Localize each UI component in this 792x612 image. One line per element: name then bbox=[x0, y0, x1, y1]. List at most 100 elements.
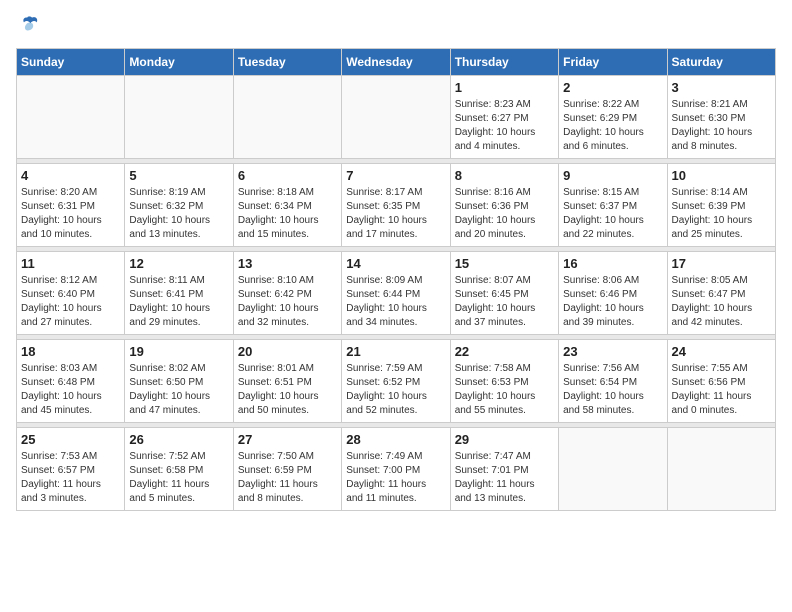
weekday-header-row: SundayMondayTuesdayWednesdayThursdayFrid… bbox=[17, 49, 776, 76]
calendar-cell: 27 Sunrise: 7:50 AM Sunset: 6:59 PM Dayli… bbox=[233, 428, 341, 511]
day-number: 2 bbox=[563, 80, 662, 95]
calendar-cell bbox=[559, 428, 667, 511]
calendar-cell: 21 Sunrise: 7:59 AM Sunset: 6:52 PM Dayli… bbox=[342, 340, 450, 423]
day-info: Sunrise: 8:18 AM Sunset: 6:34 PM Dayligh… bbox=[238, 186, 337, 242]
day-number: 28 bbox=[346, 432, 445, 447]
day-number: 16 bbox=[563, 256, 662, 271]
calendar-cell: 24 Sunrise: 7:55 AM Sunset: 6:56 PM Dayli… bbox=[667, 340, 775, 423]
calendar-cell bbox=[667, 428, 775, 511]
logo bbox=[16, 16, 44, 36]
calendar-cell: 28 Sunrise: 7:49 AM Sunset: 7:00 PM Dayli… bbox=[342, 428, 450, 511]
day-info: Sunrise: 8:07 AM Sunset: 6:45 PM Dayligh… bbox=[455, 274, 554, 330]
weekday-header-saturday: Saturday bbox=[667, 49, 775, 76]
day-info: Sunrise: 7:50 AM Sunset: 6:59 PM Dayligh… bbox=[238, 450, 337, 506]
header bbox=[16, 16, 776, 36]
day-number: 14 bbox=[346, 256, 445, 271]
day-number: 13 bbox=[238, 256, 337, 271]
day-number: 1 bbox=[455, 80, 554, 95]
day-number: 22 bbox=[455, 344, 554, 359]
calendar-cell: 20 Sunrise: 8:01 AM Sunset: 6:51 PM Dayli… bbox=[233, 340, 341, 423]
day-info: Sunrise: 7:59 AM Sunset: 6:52 PM Dayligh… bbox=[346, 362, 445, 418]
day-number: 23 bbox=[563, 344, 662, 359]
day-info: Sunrise: 8:03 AM Sunset: 6:48 PM Dayligh… bbox=[21, 362, 120, 418]
calendar-cell: 25Sunrise: 7:53 AM Sunset: 6:57 PM Dayli… bbox=[17, 428, 125, 511]
day-info: Sunrise: 7:56 AM Sunset: 6:54 PM Dayligh… bbox=[563, 362, 662, 418]
calendar-week-row: 11Sunrise: 8:12 AM Sunset: 6:40 PM Dayli… bbox=[17, 252, 776, 335]
day-number: 21 bbox=[346, 344, 445, 359]
calendar-cell: 13 Sunrise: 8:10 AM Sunset: 6:42 PM Dayli… bbox=[233, 252, 341, 335]
day-number: 27 bbox=[238, 432, 337, 447]
day-number: 6 bbox=[238, 168, 337, 183]
calendar-week-row: 18 Sunrise: 8:03 AM Sunset: 6:48 PM Dayli… bbox=[17, 340, 776, 423]
day-info: Sunrise: 8:16 AM Sunset: 6:36 PM Dayligh… bbox=[455, 186, 554, 242]
day-number: 20 bbox=[238, 344, 337, 359]
calendar-cell: 18 Sunrise: 8:03 AM Sunset: 6:48 PM Dayli… bbox=[17, 340, 125, 423]
day-number: 17 bbox=[672, 256, 771, 271]
day-number: 15 bbox=[455, 256, 554, 271]
calendar-cell: 1Sunrise: 8:23 AM Sunset: 6:27 PM Daylig… bbox=[450, 76, 558, 159]
day-info: Sunrise: 8:20 AM Sunset: 6:31 PM Dayligh… bbox=[21, 186, 120, 242]
day-number: 7 bbox=[346, 168, 445, 183]
day-info: Sunrise: 8:01 AM Sunset: 6:51 PM Dayligh… bbox=[238, 362, 337, 418]
calendar-cell: 9 Sunrise: 8:15 AM Sunset: 6:37 PM Daylig… bbox=[559, 164, 667, 247]
calendar-cell bbox=[342, 76, 450, 159]
day-info: Sunrise: 7:55 AM Sunset: 6:56 PM Dayligh… bbox=[672, 362, 771, 418]
day-info: Sunrise: 8:09 AM Sunset: 6:44 PM Dayligh… bbox=[346, 274, 445, 330]
calendar-cell: 4 Sunrise: 8:20 AM Sunset: 6:31 PM Daylig… bbox=[17, 164, 125, 247]
weekday-header-thursday: Thursday bbox=[450, 49, 558, 76]
calendar-cell bbox=[17, 76, 125, 159]
day-number: 12 bbox=[129, 256, 228, 271]
calendar-cell: 17 Sunrise: 8:05 AM Sunset: 6:47 PM Dayli… bbox=[667, 252, 775, 335]
calendar-cell: 26Sunrise: 7:52 AM Sunset: 6:58 PM Dayli… bbox=[125, 428, 233, 511]
weekday-header-tuesday: Tuesday bbox=[233, 49, 341, 76]
day-number: 29 bbox=[455, 432, 554, 447]
day-number: 10 bbox=[672, 168, 771, 183]
calendar-cell: 19 Sunrise: 8:02 AM Sunset: 6:50 PM Dayli… bbox=[125, 340, 233, 423]
calendar-cell: 2 Sunrise: 8:22 AM Sunset: 6:29 PM Daylig… bbox=[559, 76, 667, 159]
calendar-cell: 8 Sunrise: 8:16 AM Sunset: 6:36 PM Daylig… bbox=[450, 164, 558, 247]
day-info: Sunrise: 8:17 AM Sunset: 6:35 PM Dayligh… bbox=[346, 186, 445, 242]
day-info: Sunrise: 8:14 AM Sunset: 6:39 PM Dayligh… bbox=[672, 186, 771, 242]
day-info: Sunrise: 7:53 AM Sunset: 6:57 PM Dayligh… bbox=[21, 450, 120, 506]
day-info: Sunrise: 8:12 AM Sunset: 6:40 PM Dayligh… bbox=[21, 274, 120, 330]
day-info: Sunrise: 8:11 AM Sunset: 6:41 PM Dayligh… bbox=[129, 274, 228, 330]
day-info: Sunrise: 8:06 AM Sunset: 6:46 PM Dayligh… bbox=[563, 274, 662, 330]
calendar-table: SundayMondayTuesdayWednesdayThursdayFrid… bbox=[16, 48, 776, 511]
day-info: Sunrise: 8:22 AM Sunset: 6:29 PM Dayligh… bbox=[563, 98, 662, 154]
day-info: Sunrise: 8:21 AM Sunset: 6:30 PM Dayligh… bbox=[672, 98, 771, 154]
calendar-cell: 6 Sunrise: 8:18 AM Sunset: 6:34 PM Daylig… bbox=[233, 164, 341, 247]
day-number: 9 bbox=[563, 168, 662, 183]
calendar-cell: 12 Sunrise: 8:11 AM Sunset: 6:41 PM Dayli… bbox=[125, 252, 233, 335]
day-info: Sunrise: 7:58 AM Sunset: 6:53 PM Dayligh… bbox=[455, 362, 554, 418]
day-info: Sunrise: 8:15 AM Sunset: 6:37 PM Dayligh… bbox=[563, 186, 662, 242]
calendar-week-row: 25Sunrise: 7:53 AM Sunset: 6:57 PM Dayli… bbox=[17, 428, 776, 511]
day-info: Sunrise: 8:05 AM Sunset: 6:47 PM Dayligh… bbox=[672, 274, 771, 330]
day-info: Sunrise: 7:49 AM Sunset: 7:00 PM Dayligh… bbox=[346, 450, 445, 506]
calendar-cell bbox=[233, 76, 341, 159]
calendar-cell: 3 Sunrise: 8:21 AM Sunset: 6:30 PM Daylig… bbox=[667, 76, 775, 159]
day-number: 19 bbox=[129, 344, 228, 359]
day-info: Sunrise: 7:47 AM Sunset: 7:01 PM Dayligh… bbox=[455, 450, 554, 506]
weekday-header-monday: Monday bbox=[125, 49, 233, 76]
calendar-cell: 11Sunrise: 8:12 AM Sunset: 6:40 PM Dayli… bbox=[17, 252, 125, 335]
calendar-cell: 7 Sunrise: 8:17 AM Sunset: 6:35 PM Daylig… bbox=[342, 164, 450, 247]
day-number: 3 bbox=[672, 80, 771, 95]
day-info: Sunrise: 8:19 AM Sunset: 6:32 PM Dayligh… bbox=[129, 186, 228, 242]
day-number: 4 bbox=[21, 168, 120, 183]
day-number: 24 bbox=[672, 344, 771, 359]
calendar-cell: 15 Sunrise: 8:07 AM Sunset: 6:45 PM Dayli… bbox=[450, 252, 558, 335]
calendar-cell: 29 Sunrise: 7:47 AM Sunset: 7:01 PM Dayli… bbox=[450, 428, 558, 511]
calendar-cell: 16 Sunrise: 8:06 AM Sunset: 6:46 PM Dayli… bbox=[559, 252, 667, 335]
calendar-cell: 23 Sunrise: 7:56 AM Sunset: 6:54 PM Dayli… bbox=[559, 340, 667, 423]
weekday-header-sunday: Sunday bbox=[17, 49, 125, 76]
day-number: 18 bbox=[21, 344, 120, 359]
logo-bird-icon bbox=[16, 16, 40, 36]
weekday-header-wednesday: Wednesday bbox=[342, 49, 450, 76]
day-number: 8 bbox=[455, 168, 554, 183]
calendar-cell: 14 Sunrise: 8:09 AM Sunset: 6:44 PM Dayli… bbox=[342, 252, 450, 335]
calendar-cell: 10 Sunrise: 8:14 AM Sunset: 6:39 PM Dayli… bbox=[667, 164, 775, 247]
day-info: Sunrise: 8:02 AM Sunset: 6:50 PM Dayligh… bbox=[129, 362, 228, 418]
day-info: Sunrise: 8:10 AM Sunset: 6:42 PM Dayligh… bbox=[238, 274, 337, 330]
calendar-week-row: 1Sunrise: 8:23 AM Sunset: 6:27 PM Daylig… bbox=[17, 76, 776, 159]
calendar-cell: 22 Sunrise: 7:58 AM Sunset: 6:53 PM Dayli… bbox=[450, 340, 558, 423]
